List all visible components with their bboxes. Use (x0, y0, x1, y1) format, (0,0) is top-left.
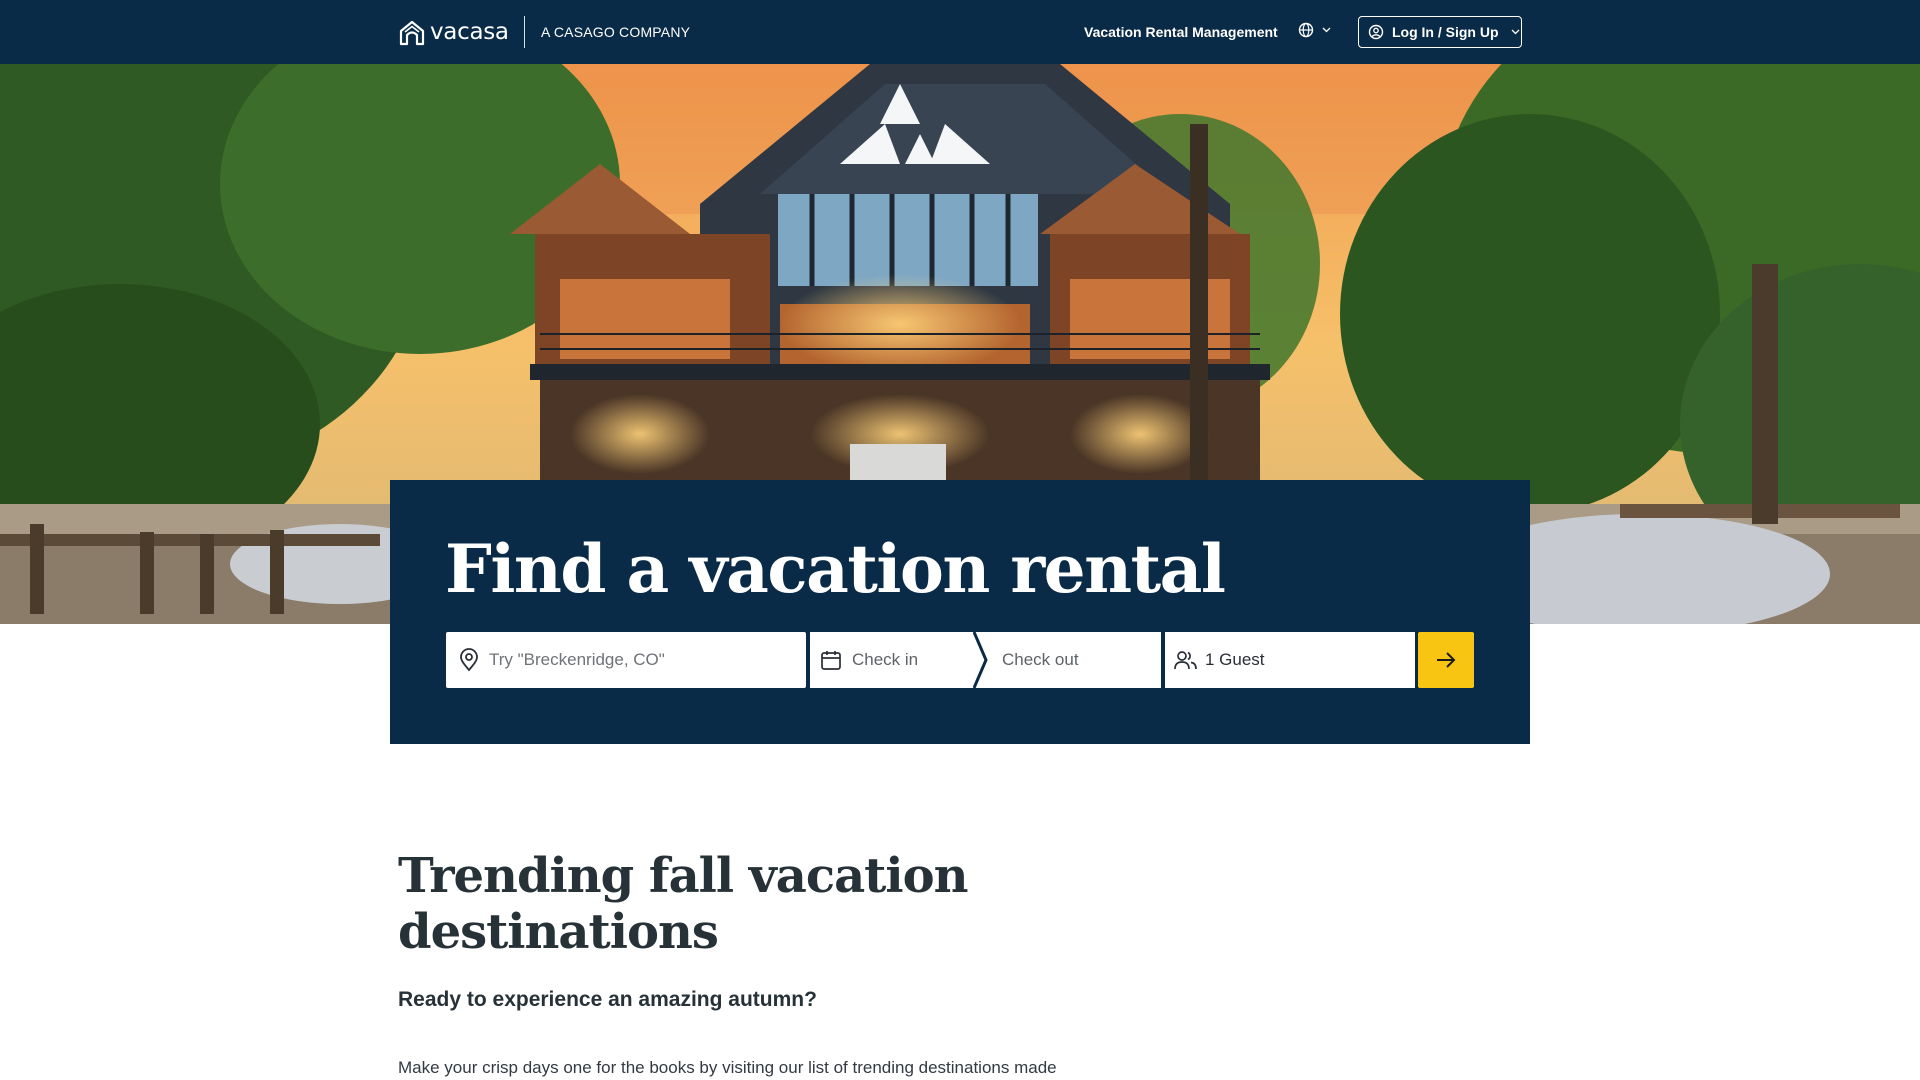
globe-icon (1298, 22, 1314, 38)
logo-wordmark: vacasa (430, 19, 509, 45)
calendar-icon (821, 651, 841, 670)
login-signup-button[interactable]: Log In / Sign Up (1358, 16, 1522, 48)
house-logo-icon (399, 20, 425, 46)
check-out-field[interactable]: Check out (1002, 650, 1079, 670)
arrow-right-icon (1437, 652, 1456, 668)
location-pin-icon (460, 648, 478, 672)
guests-value: 1 Guest (1205, 650, 1265, 669)
guests-selector[interactable]: 1 Guest (1165, 632, 1415, 688)
chevron-down-icon (1511, 29, 1520, 35)
hero-title: Find a vacation rental (445, 530, 1226, 608)
location-search-input[interactable]: Try "Breckenridge, CO" (446, 632, 806, 688)
top-navigation-bar: vacasa A CASAGO COMPANY Vacation Rental … (0, 0, 1920, 64)
language-selector[interactable] (1298, 22, 1331, 38)
user-circle-icon (1368, 24, 1384, 40)
chevron-down-icon (1322, 27, 1331, 33)
date-separator-chevron (973, 632, 988, 688)
search-submit-button[interactable] (1418, 632, 1474, 688)
trending-section-subtitle: Ready to experience an amazing autumn? (398, 988, 817, 1011)
trending-section-body: Make your crisp days one for the books b… (398, 1058, 1057, 1077)
vacasa-logo[interactable]: vacasa (398, 17, 509, 47)
trending-section-title: Trending fall vacation destinations (398, 848, 969, 960)
company-tagline: A CASAGO COMPANY (541, 24, 691, 40)
date-range-picker[interactable]: Check in Check out (810, 632, 1161, 688)
location-placeholder: Try "Breckenridge, CO" (489, 650, 665, 669)
vacation-rental-management-link[interactable]: Vacation Rental Management (1084, 24, 1278, 40)
check-in-field[interactable]: Check in (852, 650, 918, 670)
guests-icon (1174, 651, 1197, 670)
logo-divider (524, 16, 525, 48)
search-panel: Find a vacation rental Try "Breckenridge… (390, 480, 1530, 744)
login-signup-label: Log In / Sign Up (1392, 24, 1499, 40)
